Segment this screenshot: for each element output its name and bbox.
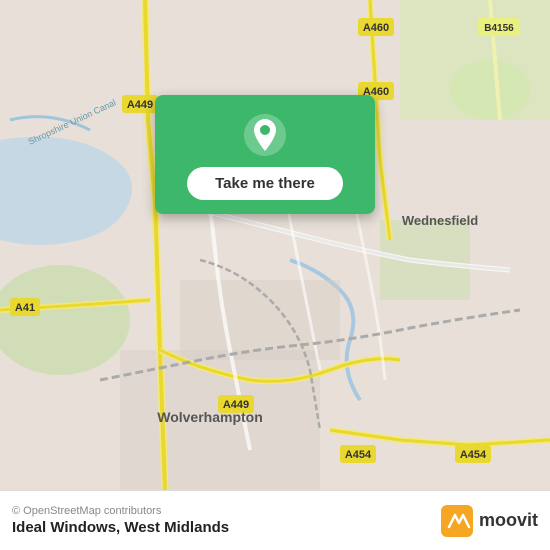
- location-pin-icon: [243, 113, 287, 157]
- svg-text:A460: A460: [363, 22, 389, 34]
- svg-text:Wolverhampton: Wolverhampton: [157, 409, 263, 425]
- location-card: Take me there: [155, 95, 375, 214]
- location-info: © OpenStreetMap contributors Ideal Windo…: [12, 505, 229, 536]
- bottom-bar: © OpenStreetMap contributors Ideal Windo…: [0, 490, 550, 550]
- svg-text:A454: A454: [345, 449, 372, 461]
- copyright-text: © OpenStreetMap contributors: [12, 505, 229, 517]
- map-container: A460 B4156 A460 A449 A41 A449 A454 A454 …: [0, 0, 550, 490]
- location-name: Ideal Windows, West Midlands: [12, 519, 229, 536]
- svg-text:A449: A449: [127, 99, 153, 111]
- moovit-logo-icon: [441, 505, 473, 537]
- take-me-there-button[interactable]: Take me there: [187, 167, 343, 200]
- svg-text:Wednesfield: Wednesfield: [402, 213, 478, 228]
- moovit-logo: moovit: [441, 505, 538, 537]
- svg-text:A41: A41: [15, 302, 35, 314]
- svg-text:B4156: B4156: [484, 23, 514, 34]
- svg-text:A454: A454: [460, 449, 487, 461]
- moovit-label: moovit: [479, 510, 538, 531]
- map-background: A460 B4156 A460 A449 A41 A449 A454 A454 …: [0, 0, 550, 490]
